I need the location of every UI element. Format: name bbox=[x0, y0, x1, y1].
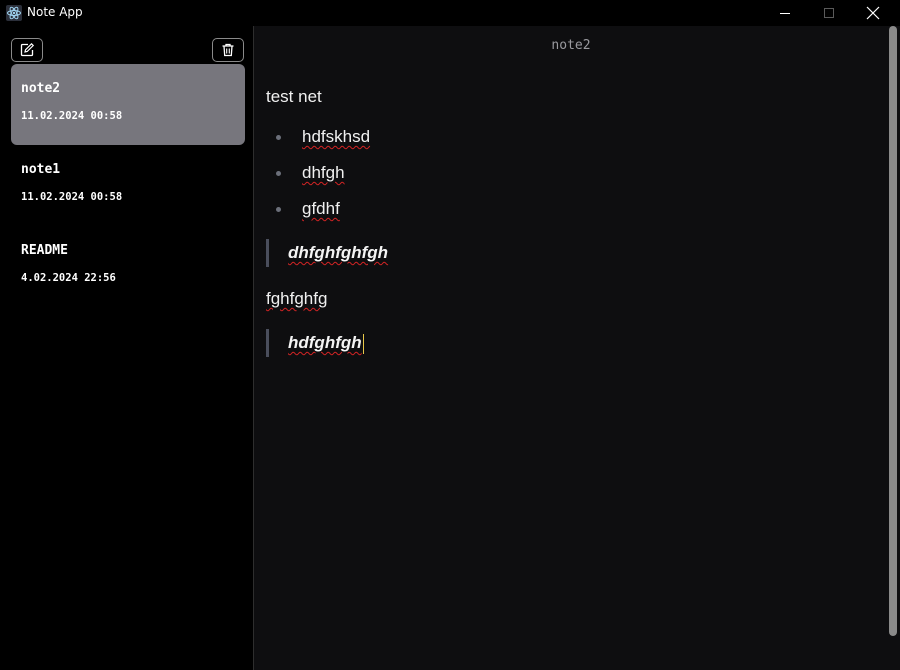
bullet-icon bbox=[276, 135, 281, 140]
new-note-button[interactable] bbox=[11, 38, 43, 62]
text-caret bbox=[362, 333, 364, 354]
list-item-text: dhfgh bbox=[302, 163, 345, 182]
note-item-readme[interactable]: README 4.02.2024 22:56 bbox=[11, 226, 245, 307]
note-title: note2 bbox=[21, 81, 61, 96]
minimize-icon bbox=[780, 13, 790, 14]
compose-icon bbox=[20, 42, 35, 57]
bullet-icon bbox=[276, 171, 281, 176]
note-title: note1 bbox=[21, 162, 61, 177]
window-title: Note App bbox=[27, 5, 83, 19]
note-date: 11.02.2024 00:58 bbox=[21, 110, 123, 122]
paragraph-text: fghfghfg bbox=[266, 289, 328, 308]
editor-note-title: note2 bbox=[551, 38, 591, 53]
trash-icon bbox=[222, 43, 234, 57]
maximize-icon bbox=[824, 8, 834, 18]
bullet-icon bbox=[276, 207, 281, 212]
maximize-button[interactable] bbox=[806, 0, 852, 26]
list-item[interactable]: dhfgh bbox=[266, 162, 370, 198]
paragraph[interactable]: fghfghfg bbox=[266, 288, 327, 310]
sidebar: note2 11.02.2024 00:58 note1 11.02.2024 … bbox=[0, 26, 254, 670]
note-item-note1[interactable]: note1 11.02.2024 00:58 bbox=[11, 145, 245, 226]
bullet-list: hdfskhsd dhfgh gfdhf bbox=[266, 126, 370, 234]
list-item-text: gfdhf bbox=[302, 199, 340, 218]
note-date: 4.02.2024 22:56 bbox=[21, 272, 116, 284]
blockquote-text: hdfghfgh bbox=[288, 333, 362, 352]
close-button[interactable] bbox=[850, 0, 896, 26]
note-title: README bbox=[21, 243, 68, 258]
list-item[interactable]: gfdhf bbox=[266, 198, 370, 234]
list-item[interactable]: hdfskhsd bbox=[266, 126, 370, 162]
note-editor[interactable]: note2 test net hdfskhsd dhfgh gfdhf dhfg… bbox=[254, 26, 900, 670]
note-date: 11.02.2024 00:58 bbox=[21, 191, 123, 203]
delete-note-button[interactable] bbox=[212, 38, 244, 62]
close-icon bbox=[866, 6, 880, 20]
blockquote-text: dhfghfghfgh bbox=[288, 243, 389, 262]
title-bar: Note App bbox=[0, 0, 900, 26]
electron-atom-icon bbox=[6, 5, 22, 21]
editor-scrollbar[interactable] bbox=[889, 26, 897, 636]
note-list: note2 11.02.2024 00:58 note1 11.02.2024 … bbox=[11, 64, 245, 307]
minimize-button[interactable] bbox=[762, 0, 808, 26]
note-item-note2[interactable]: note2 11.02.2024 00:58 bbox=[11, 64, 245, 145]
blockquote[interactable]: dhfghfghfgh bbox=[266, 239, 388, 267]
blockquote[interactable]: hdfghfgh bbox=[266, 329, 364, 357]
paragraph[interactable]: test net bbox=[266, 86, 322, 108]
list-item-text: hdfskhsd bbox=[302, 127, 371, 146]
